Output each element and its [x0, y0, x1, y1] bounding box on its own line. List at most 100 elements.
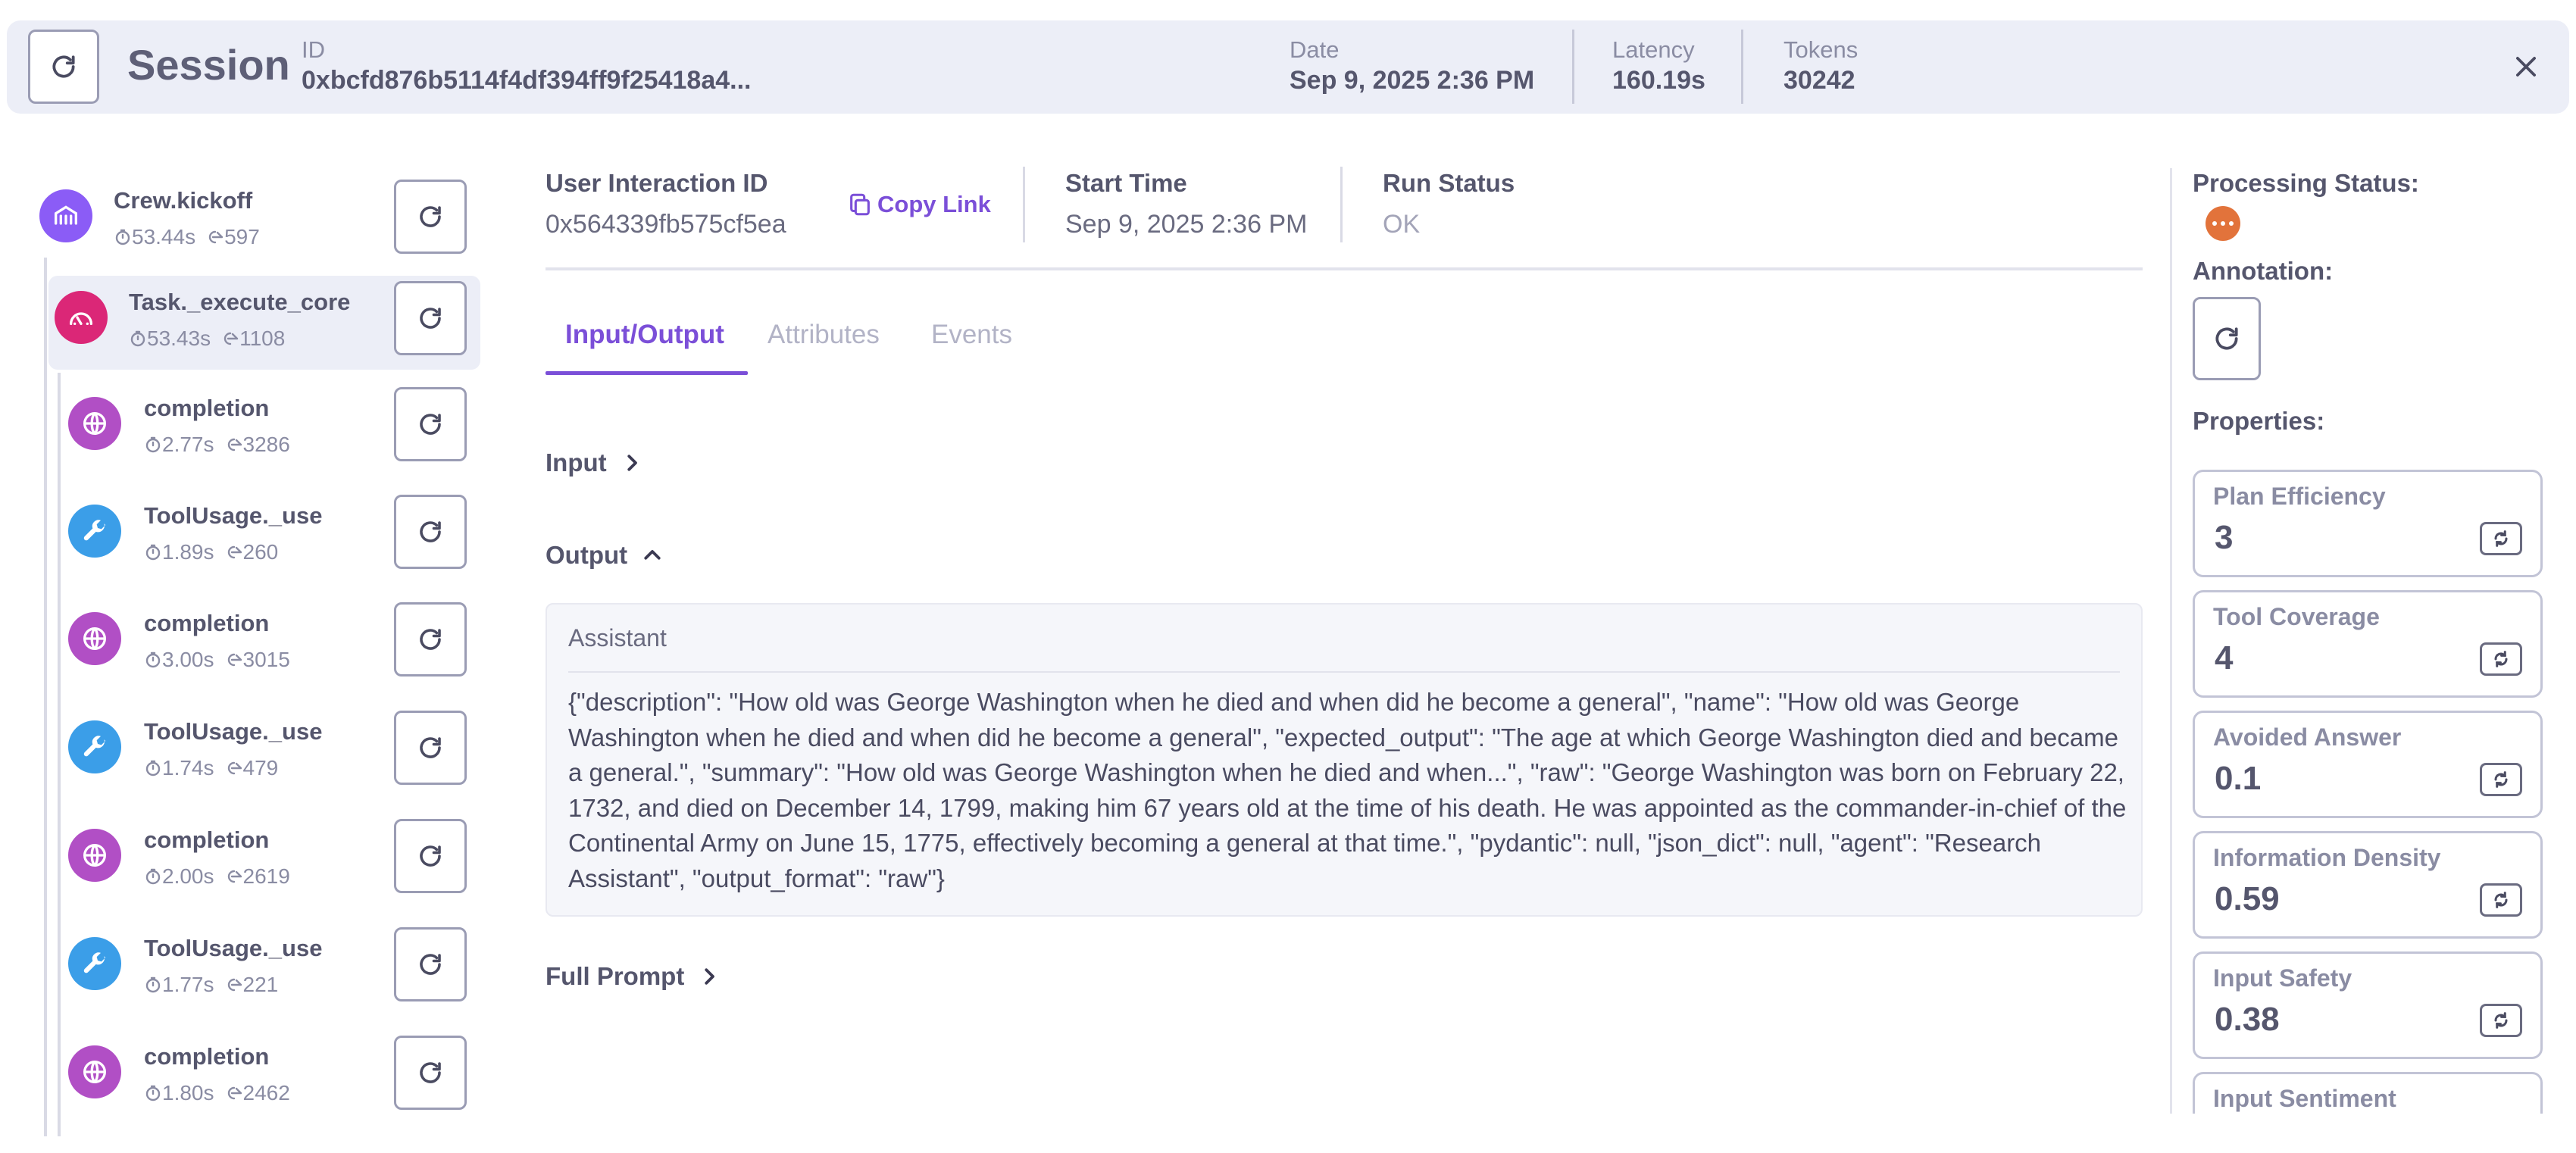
clock-icon [145, 976, 161, 993]
property-name: Input Sentiment [2213, 1085, 2396, 1112]
clock-icon [145, 436, 161, 453]
tree-item-tokens: 597 [224, 225, 260, 248]
tree-item-refresh-button[interactable] [394, 180, 467, 254]
property-card[interactable]: Input Sentiment [2193, 1072, 2543, 1114]
tree-connector [58, 373, 61, 1136]
token-icon [227, 870, 242, 883]
wrench-icon [68, 937, 121, 990]
tree-item-name: Task._execute_core [129, 289, 351, 315]
tree-item-name: completion [144, 1043, 270, 1070]
tree-item-time: 53.43s [147, 327, 211, 350]
start-time-label: Start Time [1065, 169, 1187, 197]
wrench-icon [68, 720, 121, 773]
tree-item-time: 1.77s [162, 973, 214, 996]
details-divider-horizontal [546, 267, 2143, 270]
property-name: Plan Efficiency [2213, 483, 2386, 510]
processing-status-label: Processing Status: [2193, 169, 2419, 197]
session-latency-value: 160.19s [1612, 66, 1705, 95]
tree-item-time: 1.74s [162, 756, 214, 780]
refresh-icon [420, 845, 441, 867]
output-section-toggle[interactable]: Output [546, 541, 664, 570]
property-card[interactable]: Avoided Answer 0.1 [2193, 711, 2543, 818]
tree-item-meta: 1.74s 479 [144, 755, 278, 781]
clock-icon [145, 1085, 161, 1101]
properties-label: Properties: [2193, 407, 2325, 435]
session-tokens-value: 30242 [1784, 66, 1855, 95]
token-icon [208, 230, 224, 244]
tab-events[interactable]: Events [931, 318, 1012, 352]
tree-item-refresh-button[interactable] [394, 602, 467, 676]
session-id-value: 0xbcfd876b5114f4df394ff9f25418a4... [302, 66, 752, 95]
copy-icon [850, 193, 870, 216]
regenerate-icon[interactable] [2480, 522, 2522, 555]
tree-item-refresh-button[interactable] [394, 819, 467, 893]
token-icon [227, 761, 242, 775]
property-card[interactable]: Plan Efficiency 3 [2193, 470, 2543, 577]
wrench-icon [68, 505, 121, 558]
chevron-right-icon [627, 455, 637, 471]
property-card[interactable]: Input Safety 0.38 [2193, 951, 2543, 1059]
tab-input-output[interactable]: Input/Output [565, 318, 724, 352]
tree-item-time: 1.89s [162, 540, 214, 564]
header-divider [1741, 30, 1743, 104]
annotation-refresh-button[interactable] [2193, 297, 2261, 380]
tree-item-meta: 1.77s 221 [144, 972, 278, 998]
regenerate-icon[interactable] [2480, 642, 2522, 676]
globe-icon [68, 397, 121, 450]
property-card[interactable]: Tool Coverage 4 [2193, 590, 2543, 698]
copy-link-button[interactable]: Copy Link [847, 191, 991, 218]
output-content: {"description": "How old was George Wash… [568, 688, 2127, 892]
refresh-icon [420, 206, 441, 227]
session-refresh-button[interactable] [28, 30, 99, 104]
clock-icon [145, 760, 161, 776]
session-id: ID 0xbcfd876b5114f4df394ff9f25418a4... [302, 36, 751, 96]
user-interaction-value: 0x564339fb575cf5ea [546, 210, 786, 239]
refresh-icon [420, 521, 441, 542]
chevron-up-icon [644, 550, 661, 560]
session-latency: Latency 160.19s [1612, 36, 1705, 96]
tree-item-refresh-button[interactable] [394, 495, 467, 569]
token-icon [227, 1086, 242, 1100]
refresh-icon [2215, 327, 2238, 350]
gauge-icon [55, 291, 108, 344]
input-section-label: Input [546, 448, 607, 477]
tree-item-refresh-button[interactable] [394, 387, 467, 461]
tree-item-refresh-button[interactable] [394, 927, 467, 1001]
tree-item-time: 1.80s [162, 1081, 214, 1105]
input-section-toggle[interactable]: Input [546, 448, 643, 477]
close-button[interactable] [2506, 46, 2546, 87]
regenerate-icon[interactable] [2480, 883, 2522, 917]
tree-item-time: 2.77s [162, 433, 214, 456]
clock-icon [145, 868, 161, 885]
property-name: Tool Coverage [2213, 603, 2380, 630]
tree-item-meta: 53.44s 597 [114, 224, 260, 250]
tree-item-name: ToolUsage._use [144, 502, 323, 529]
tree-item-meta: 3.00s 3015 [144, 647, 290, 673]
tab-attributes[interactable]: Attributes [767, 318, 880, 352]
tree-item-name: Crew.kickoff [114, 187, 253, 214]
user-interaction-label: User Interaction ID [546, 169, 768, 197]
regenerate-icon[interactable] [2480, 1004, 2522, 1037]
token-icon [227, 653, 242, 667]
full-prompt-toggle[interactable]: Full Prompt [546, 962, 721, 991]
output-section-label: Output [546, 541, 628, 569]
tree-item-tokens: 1108 [239, 327, 286, 350]
tree-item-refresh-button[interactable] [394, 281, 467, 355]
tree-item-meta: 1.80s 2462 [144, 1080, 290, 1106]
copy-link-label: Copy Link [877, 191, 991, 217]
run-status-value: OK [1383, 210, 1421, 239]
tree-item-refresh-button[interactable] [394, 1036, 467, 1110]
run-status-label: Run Status [1383, 169, 1515, 197]
tree-item-tokens: 2462 [242, 1081, 290, 1105]
tree-item-name: completion [144, 826, 270, 853]
regenerate-icon[interactable] [2480, 763, 2522, 796]
refresh-icon [420, 414, 441, 435]
refresh-icon [420, 1062, 441, 1083]
refresh-icon [52, 55, 75, 78]
tree-item-refresh-button[interactable] [394, 711, 467, 785]
token-icon [227, 978, 242, 992]
property-card[interactable]: Information Density 0.59 [2193, 831, 2543, 939]
property-name: Avoided Answer [2213, 723, 2402, 751]
token-icon [224, 332, 239, 345]
right-panel-divider [2170, 168, 2172, 1114]
